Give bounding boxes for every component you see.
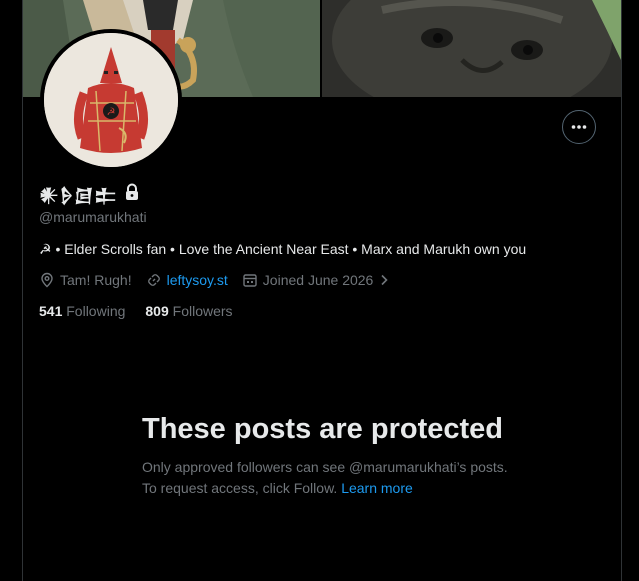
link-icon xyxy=(147,274,160,286)
profile-meta: Tam! Rugh! leftysoy.st Joined June 2026 xyxy=(39,272,410,288)
more-horizontal-icon xyxy=(571,125,587,129)
joined-text: Joined June 2026 xyxy=(262,272,374,288)
location-pin-icon xyxy=(41,272,53,288)
lock-icon xyxy=(124,183,140,206)
learn-more-link[interactable]: Learn more xyxy=(341,480,413,496)
profile-column: ☭ 𒀭𒊩𒌆𒉺 @marumarukhati ☭ • Elder Scrolls … xyxy=(22,0,622,581)
location-text: Tam! Rugh! xyxy=(60,272,132,288)
svg-text:☭: ☭ xyxy=(107,107,116,118)
protected-posts-notice: These posts are protected Only approved … xyxy=(142,412,522,499)
followers-link[interactable]: 809 Followers xyxy=(145,303,232,319)
follow-stats: 541 Following 809 Followers xyxy=(39,303,253,319)
calendar-icon xyxy=(243,274,257,287)
followers-count: 809 xyxy=(145,303,169,319)
following-link[interactable]: 541 Following xyxy=(39,303,125,319)
chevron-right-icon xyxy=(381,274,388,286)
banner-right-image xyxy=(322,0,621,97)
profile-joined[interactable]: Joined June 2026 xyxy=(242,272,397,288)
profile-website[interactable]: leftysoy.st xyxy=(146,272,228,288)
following-count: 541 xyxy=(39,303,63,319)
profile-location: Tam! Rugh! xyxy=(39,272,132,288)
protected-title: These posts are protected xyxy=(142,413,503,445)
protected-description-text: Only approved followers can see @marumar… xyxy=(142,459,508,496)
profile-handle: @marumarukhati xyxy=(39,209,147,225)
website-link[interactable]: leftysoy.st xyxy=(167,272,228,288)
avatar[interactable]: ☭ xyxy=(40,29,182,171)
following-label: Following xyxy=(66,303,126,319)
name-row: 𒀭𒊩𒌆𒉺 xyxy=(39,183,140,207)
profile-bio: ☭ • Elder Scrolls fan • Love the Ancient… xyxy=(39,241,527,257)
protected-description: Only approved followers can see @marumar… xyxy=(142,457,522,499)
followers-label: Followers xyxy=(172,303,233,319)
more-options-button[interactable] xyxy=(562,110,596,144)
